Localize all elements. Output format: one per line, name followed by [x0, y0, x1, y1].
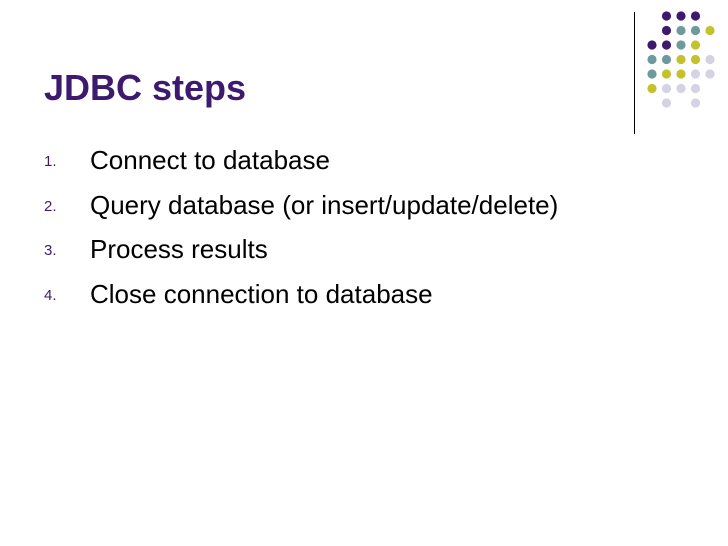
- list-item-text: Connect to database: [90, 145, 330, 175]
- decorative-dot: [705, 54, 715, 65]
- decorative-dot: [661, 54, 672, 65]
- decorative-dot: [676, 40, 686, 50]
- decorative-dot: [676, 54, 686, 65]
- decorative-dot: [647, 69, 657, 79]
- list-item-text: Query database (or insert/update/delete): [90, 189, 559, 220]
- list-item-number: 1.: [44, 153, 57, 170]
- decorative-dot: [690, 83, 701, 94]
- decorative-dot: [661, 40, 672, 50]
- decorative-dot: [661, 25, 672, 36]
- slide-title: JDBC steps: [44, 67, 247, 108]
- decorative-dot: [661, 98, 672, 108]
- decorative-dot: [647, 83, 657, 94]
- list-item-number: 4.: [44, 286, 57, 304]
- decorative-dot: [690, 11, 701, 21]
- list-item-number: 2.: [44, 197, 57, 215]
- decorative-dot: [647, 40, 657, 50]
- decorative-dot: [690, 98, 701, 108]
- slide: JDBC steps 1. Connect to database 2. Que…: [0, 0, 728, 546]
- decorative-dot: [705, 25, 715, 36]
- decorative-dot: [690, 40, 701, 50]
- decorative-dot: [647, 54, 657, 65]
- decorative-dot: [661, 83, 672, 94]
- decorative-dot: [676, 83, 686, 94]
- decorative-dot: [661, 69, 672, 79]
- decorative-dot: [690, 25, 701, 36]
- decorative-dot: [661, 11, 672, 21]
- decorative-dot: [705, 69, 715, 79]
- decorative-dot: [690, 69, 701, 79]
- list-item-text: Process results: [90, 234, 268, 264]
- decorative-dot-grid: [647, 11, 715, 108]
- list-item-number: 3.: [44, 242, 57, 259]
- decorative-dot: [676, 69, 686, 79]
- decorative-dot: [690, 54, 701, 65]
- vertical-divider-line: [634, 12, 635, 134]
- list-item-text: Close connection to database: [90, 278, 433, 309]
- decorative-dot: [676, 25, 686, 36]
- decorative-dot: [676, 11, 686, 21]
